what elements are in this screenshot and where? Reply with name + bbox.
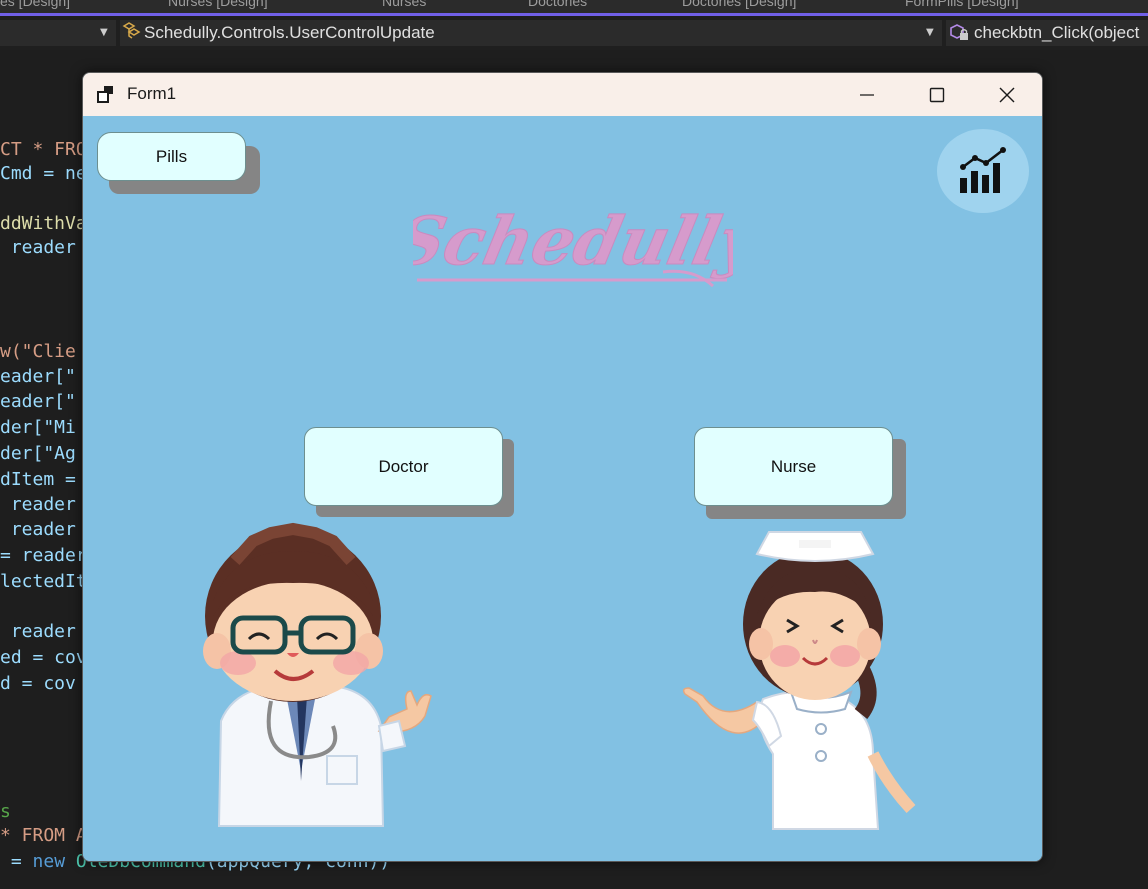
chevron-down-icon[interactable]: ▼ bbox=[926, 20, 934, 46]
code-line: w("Clie bbox=[0, 341, 76, 362]
maximize-icon bbox=[929, 87, 945, 102]
chart-growth-icon bbox=[960, 147, 1006, 193]
nurse-button[interactable]: Nurse bbox=[694, 427, 893, 506]
form-window-icon bbox=[96, 85, 116, 103]
member-combo-label: checkbtn_Click(object bbox=[974, 23, 1140, 42]
close-icon bbox=[999, 87, 1015, 102]
code-line: dItem = bbox=[0, 469, 76, 490]
code-line: ddWithVa bbox=[0, 213, 87, 234]
nurse-illustration bbox=[682, 531, 916, 830]
minimize-button[interactable] bbox=[832, 73, 902, 116]
type-combo[interactable]: Schedully.Controls.UserControlUpdate bbox=[120, 20, 942, 46]
code-line: der["Ag bbox=[0, 443, 76, 464]
code-line: lectedIt bbox=[0, 571, 87, 592]
doc-tab-1[interactable]: es [Design] bbox=[0, 0, 70, 13]
code-line: reader bbox=[0, 494, 76, 515]
code-line: d = cov bbox=[0, 673, 76, 694]
code-line: reader bbox=[0, 621, 76, 642]
code-line: = reader bbox=[0, 545, 87, 566]
navigation-bar: ▼ Schedully.Controls.UserControlUpdate ▼… bbox=[0, 16, 1148, 51]
form-client-area: Pills Schedully Doctor Nurse bbox=[83, 116, 1042, 861]
doc-tab-3[interactable]: Nurses bbox=[382, 0, 426, 13]
brand-logo-text: Schedully bbox=[413, 202, 733, 280]
method-icon bbox=[946, 20, 974, 46]
doctor-button-group: Doctor bbox=[304, 427, 514, 517]
code-line: der["Mi bbox=[0, 417, 76, 438]
class-icon bbox=[120, 20, 144, 46]
doc-tab-2[interactable]: Nurses [Design] bbox=[168, 0, 268, 13]
code-line: eader[" bbox=[0, 366, 76, 387]
title-bar[interactable]: Form1 bbox=[83, 73, 1042, 116]
code-line: eader[" bbox=[0, 391, 76, 412]
code-line: Cmd = ne bbox=[0, 163, 87, 184]
project-combo[interactable] bbox=[0, 20, 116, 46]
code-line: reader bbox=[0, 237, 76, 258]
minimize-icon bbox=[860, 93, 874, 96]
doc-tab-4[interactable]: Doctories bbox=[528, 0, 587, 13]
pills-button[interactable]: Pills bbox=[97, 132, 246, 181]
chevron-down-icon[interactable]: ▼ bbox=[100, 20, 108, 46]
doctor-illustration bbox=[203, 522, 432, 827]
code-line: * FROM A bbox=[0, 825, 87, 846]
doctor-button[interactable]: Doctor bbox=[304, 427, 503, 506]
code-line: s bbox=[0, 801, 11, 822]
close-button[interactable] bbox=[972, 73, 1042, 116]
code-line: CT * FRO bbox=[0, 139, 87, 160]
nurse-button-group: Nurse bbox=[694, 427, 906, 519]
code-line: ed = cov bbox=[0, 647, 87, 668]
member-combo[interactable]: checkbtn_Click(object bbox=[946, 20, 1148, 46]
statistics-button[interactable] bbox=[937, 129, 1029, 213]
type-combo-label: Schedully.Controls.UserControlUpdate bbox=[144, 23, 435, 42]
code-line: reader bbox=[0, 519, 76, 540]
pills-button-group: Pills bbox=[97, 132, 260, 194]
doc-tab-5[interactable]: Doctories [Design] bbox=[682, 0, 796, 13]
document-tab-strip: es [Design] Nurses [Design] Nurses Docto… bbox=[0, 0, 1148, 14]
brand-logo: Schedully bbox=[388, 196, 771, 296]
doc-tab-6[interactable]: FormPills [Design] bbox=[905, 0, 1019, 13]
maximize-button[interactable] bbox=[902, 73, 972, 116]
window-title: Form1 bbox=[127, 84, 177, 103]
form-window: Form1 Pills Schedully Doctor Nurse bbox=[82, 72, 1043, 862]
